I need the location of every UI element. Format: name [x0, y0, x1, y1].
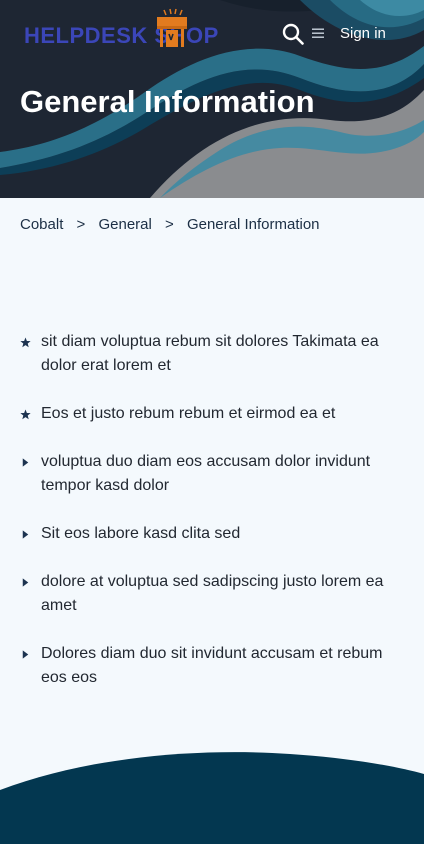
caret-right-icon — [22, 458, 29, 467]
article-title: sit diam voluptua rebum sit dolores Taki… — [41, 333, 379, 374]
search-icon[interactable] — [282, 23, 304, 45]
article-list-item[interactable]: voluptua duo diam eos accusam dolor invi… — [20, 450, 390, 498]
page-title: General Information — [20, 84, 315, 119]
article-list-item[interactable]: sit diam voluptua rebum sit dolores Taki… — [20, 330, 390, 378]
star-icon — [20, 409, 31, 420]
shop-storefront-icon — [157, 8, 187, 47]
footer-wave — [0, 752, 424, 844]
sign-in-link[interactable]: Sign in — [340, 25, 386, 42]
article-title: Dolores diam duo sit invidunt accusam et… — [41, 645, 383, 686]
article-title: dolore at voluptua sed sadipscing justo … — [41, 573, 384, 614]
hero-header: HELPDESK SHOP Sign in General Informatio… — [0, 0, 424, 198]
article-list: sit diam voluptua rebum sit dolores Taki… — [20, 330, 390, 714]
article-title: Sit eos labore kasd clita sed — [41, 525, 241, 542]
caret-right-icon — [22, 578, 29, 587]
caret-right-icon — [22, 530, 29, 539]
breadcrumb-item-general[interactable]: General — [98, 216, 151, 233]
article-list-item[interactable]: Dolores diam duo sit invidunt accusam et… — [20, 642, 390, 690]
article-list-item[interactable]: Eos et justo rebum rebum et eirmod ea et — [20, 402, 390, 426]
breadcrumb-separator: > — [76, 216, 86, 233]
article-title: voluptua duo diam eos accusam dolor invi… — [41, 453, 371, 494]
breadcrumb-item-current: General Information — [186, 216, 320, 233]
article-list-item[interactable]: dolore at voluptua sed sadipscing justo … — [20, 570, 390, 618]
hamburger-menu-icon[interactable] — [312, 28, 325, 39]
helpdesk-shop-logo[interactable]: HELPDESK SHOP — [24, 8, 224, 48]
article-title: Eos et justo rebum rebum et eirmod ea et — [41, 405, 336, 422]
star-icon — [20, 337, 31, 348]
breadcrumb-item-cobalt[interactable]: Cobalt — [20, 216, 63, 233]
breadcrumb: Cobalt > General > General Information — [20, 216, 320, 233]
breadcrumb-separator: > — [165, 216, 174, 233]
caret-right-icon — [22, 650, 29, 659]
article-list-item[interactable]: Sit eos labore kasd clita sed — [20, 522, 390, 546]
